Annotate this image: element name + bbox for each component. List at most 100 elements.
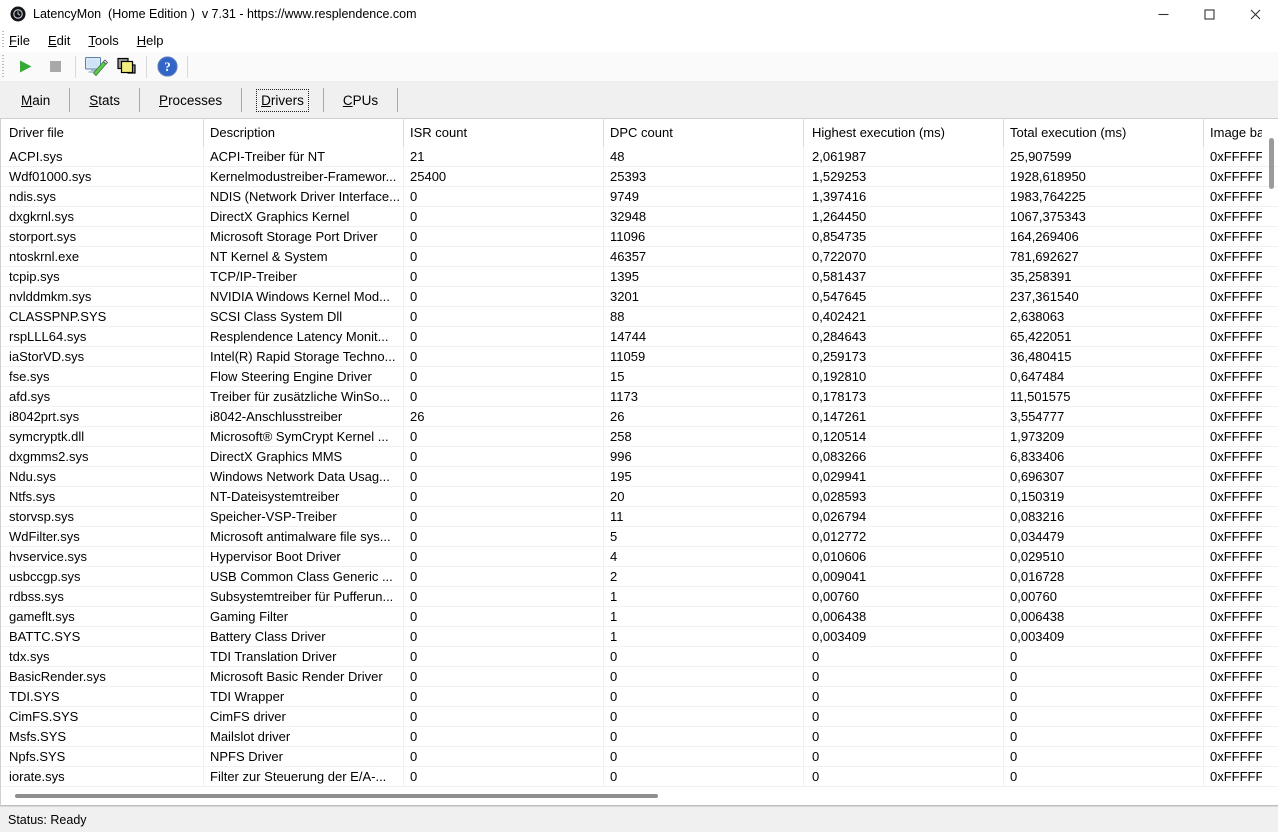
cell-driver-file: ntoskrnl.exe <box>1 247 204 266</box>
close-button[interactable] <box>1232 0 1278 28</box>
table-row[interactable]: gameflt.sys Gaming Filter 0 1 0,006438 0… <box>1 607 1278 627</box>
table-row[interactable]: rspLLL64.sys Resplendence Latency Monit.… <box>1 327 1278 347</box>
column-header-dpc-count[interactable]: DPC count <box>604 119 804 147</box>
cell-driver-file: i8042prt.sys <box>1 407 204 426</box>
cell-isr-count: 0 <box>404 207 604 226</box>
table-row[interactable]: dxgmms2.sys DirectX Graphics MMS 0 996 0… <box>1 447 1278 467</box>
minimize-button[interactable] <box>1140 0 1186 28</box>
table-row[interactable]: afd.sys Treiber für zusätzliche WinSo...… <box>1 387 1278 407</box>
cell-highest-execution: 0,00760 <box>804 587 1004 606</box>
column-header-isr-count[interactable]: ISR count <box>404 119 604 147</box>
table-row[interactable]: storvsp.sys Speicher-VSP-Treiber 0 11 0,… <box>1 507 1278 527</box>
table-row[interactable]: tdx.sys TDI Translation Driver 0 0 0 0 0… <box>1 647 1278 667</box>
column-header-highest-execution[interactable]: Highest execution (ms) <box>804 119 1004 147</box>
table-row[interactable]: dxgkrnl.sys DirectX Graphics Kernel 0 32… <box>1 207 1278 227</box>
cell-image-base: 0xFFFFF <box>1204 507 1262 526</box>
menu-edit[interactable]: Edit <box>39 28 79 52</box>
cell-highest-execution: 0,006438 <box>804 607 1004 626</box>
cell-image-base: 0xFFFFF <box>1204 767 1262 786</box>
table-row[interactable]: Wdf01000.sys Kernelmodustreiber-Framewor… <box>1 167 1278 187</box>
tab-separator <box>397 88 398 112</box>
status-text: Status: Ready <box>8 813 87 827</box>
vertical-scrollbar-thumb[interactable] <box>1269 138 1274 189</box>
table-row[interactable]: Npfs.SYS NPFS Driver 0 0 0 0 0xFFFFF <box>1 747 1278 767</box>
cell-highest-execution: 0,120514 <box>804 427 1004 446</box>
cell-isr-count: 0 <box>404 227 604 246</box>
cell-isr-count: 0 <box>404 427 604 446</box>
column-header-description[interactable]: Description <box>204 119 404 147</box>
tab-drivers[interactable]: Drivers <box>242 85 323 115</box>
cell-driver-file: Wdf01000.sys <box>1 167 204 186</box>
cell-description: NVIDIA Windows Kernel Mod... <box>204 287 404 306</box>
table-row[interactable]: BasicRender.sys Microsoft Basic Render D… <box>1 667 1278 687</box>
cell-total-execution: 1067,375343 <box>1004 207 1204 226</box>
column-header-driver-file[interactable]: Driver file <box>1 119 204 147</box>
table-row[interactable]: nvlddmkm.sys NVIDIA Windows Kernel Mod..… <box>1 287 1278 307</box>
table-row[interactable]: Ndu.sys Windows Network Data Usag... 0 1… <box>1 467 1278 487</box>
report-button[interactable] <box>113 55 139 79</box>
tab-stats[interactable]: Stats <box>70 85 139 115</box>
cell-highest-execution: 0,009041 <box>804 567 1004 586</box>
cell-dpc-count: 25393 <box>604 167 804 186</box>
cell-image-base: 0xFFFFF <box>1204 607 1262 626</box>
table-row[interactable]: storport.sys Microsoft Storage Port Driv… <box>1 227 1278 247</box>
table-row[interactable]: TDI.SYS TDI Wrapper 0 0 0 0 0xFFFFF <box>1 687 1278 707</box>
table-row[interactable]: tcpip.sys TCP/IP-Treiber 0 1395 0,581437… <box>1 267 1278 287</box>
table-row[interactable]: CimFS.SYS CimFS driver 0 0 0 0 0xFFFFF <box>1 707 1278 727</box>
cell-description: CimFS driver <box>204 707 404 726</box>
cell-image-base: 0xFFFFF <box>1204 267 1262 286</box>
table-row[interactable]: ntoskrnl.exe NT Kernel & System 0 46357 … <box>1 247 1278 267</box>
column-header-total-execution[interactable]: Total execution (ms) <box>1004 119 1204 147</box>
cell-dpc-count: 9749 <box>604 187 804 206</box>
tab-cpus[interactable]: CPUs <box>324 85 397 115</box>
cell-driver-file: rdbss.sys <box>1 587 204 606</box>
analyze-button[interactable] <box>83 55 109 79</box>
cell-dpc-count: 26 <box>604 407 804 426</box>
cell-driver-file: WdFilter.sys <box>1 527 204 546</box>
help-button[interactable]: ? <box>154 55 180 79</box>
cell-dpc-count: 0 <box>604 647 804 666</box>
cell-dpc-count: 20 <box>604 487 804 506</box>
table-row[interactable]: Ntfs.sys NT-Dateisystemtreiber 0 20 0,02… <box>1 487 1278 507</box>
toolbar-separator <box>75 56 76 78</box>
cell-image-base: 0xFFFFF <box>1204 627 1262 646</box>
start-monitor-button[interactable] <box>12 55 38 79</box>
toolbar-gripper <box>2 55 4 78</box>
cell-dpc-count: 0 <box>604 667 804 686</box>
table-row[interactable]: symcryptk.dll Microsoft® SymCrypt Kernel… <box>1 427 1278 447</box>
toolbar: ? <box>0 52 1278 82</box>
tab-main[interactable]: Main <box>2 85 69 115</box>
menu-file[interactable]: File <box>0 28 39 52</box>
table-row[interactable]: usbccgp.sys USB Common Class Generic ...… <box>1 567 1278 587</box>
table-row[interactable]: iorate.sys Filter zur Steuerung der E/A-… <box>1 767 1278 787</box>
cell-total-execution: 0,003409 <box>1004 627 1204 646</box>
horizontal-scrollbar-thumb[interactable] <box>15 794 658 798</box>
table-row[interactable]: CLASSPNP.SYS SCSI Class System Dll 0 88 … <box>1 307 1278 327</box>
cell-isr-count: 0 <box>404 527 604 546</box>
menu-tools[interactable]: Tools <box>79 28 127 52</box>
tab-processes[interactable]: Processes <box>140 85 241 115</box>
cell-isr-count: 0 <box>404 327 604 346</box>
maximize-button[interactable] <box>1186 0 1232 28</box>
table-row[interactable]: WdFilter.sys Microsoft antimalware file … <box>1 527 1278 547</box>
cell-isr-count: 0 <box>404 267 604 286</box>
table-row[interactable]: ndis.sys NDIS (Network Driver Interface.… <box>1 187 1278 207</box>
table-row[interactable]: fse.sys Flow Steering Engine Driver 0 15… <box>1 367 1278 387</box>
stop-monitor-button[interactable] <box>42 55 68 79</box>
cell-isr-count: 0 <box>404 247 604 266</box>
table-row[interactable]: hvservice.sys Hypervisor Boot Driver 0 4… <box>1 547 1278 567</box>
column-header-image-base[interactable]: Image base <box>1204 119 1262 147</box>
table-row[interactable]: ACPI.sys ACPI-Treiber für NT 21 48 2,061… <box>1 147 1278 167</box>
cell-isr-count: 0 <box>404 627 604 646</box>
cell-total-execution: 0,150319 <box>1004 487 1204 506</box>
table-row[interactable]: iaStorVD.sys Intel(R) Rapid Storage Tech… <box>1 347 1278 367</box>
menu-help[interactable]: Help <box>128 28 173 52</box>
table-row[interactable]: rdbss.sys Subsystemtreiber für Pufferun.… <box>1 587 1278 607</box>
cell-driver-file: dxgmms2.sys <box>1 447 204 466</box>
cell-description: Treiber für zusätzliche WinSo... <box>204 387 404 406</box>
cell-driver-file: TDI.SYS <box>1 687 204 706</box>
table-row[interactable]: Msfs.SYS Mailslot driver 0 0 0 0 0xFFFFF <box>1 727 1278 747</box>
cell-description: Gaming Filter <box>204 607 404 626</box>
table-row[interactable]: BATTC.SYS Battery Class Driver 0 1 0,003… <box>1 627 1278 647</box>
table-row[interactable]: i8042prt.sys i8042-Anschlusstreiber 26 2… <box>1 407 1278 427</box>
